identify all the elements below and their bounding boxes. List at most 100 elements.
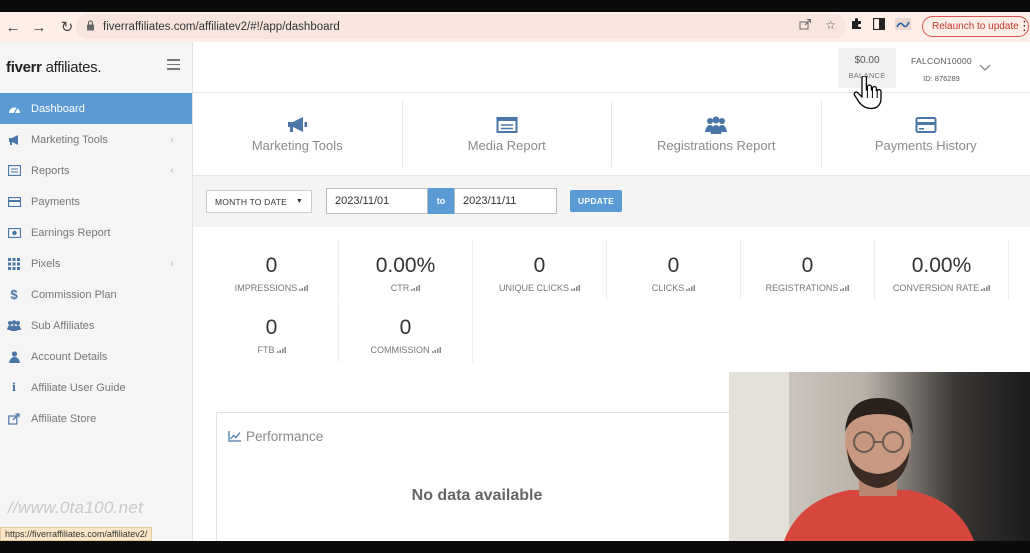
stat-label: REGISTRATIONS	[765, 283, 839, 293]
stat-label: CLICKS	[651, 283, 685, 293]
dashboard-icon	[6, 102, 22, 115]
user-menu[interactable]: FALCON10000 ID: 876289	[911, 56, 972, 83]
reload-icon[interactable]: ↻	[56, 16, 78, 38]
tile-registrations-report[interactable]: Registrations Report	[612, 101, 822, 167]
update-button[interactable]: UPDATE	[570, 190, 622, 212]
info-icon: i	[11, 381, 17, 394]
signal-bars-icon	[840, 285, 850, 291]
side-panel-icon[interactable]	[872, 17, 886, 33]
sidebar-item-label: Commission Plan	[31, 288, 117, 301]
address-bar[interactable]: fiverraffiliates.com/affiliatev2/#!/app/…	[76, 14, 846, 39]
bookmark-star-icon[interactable]: ☆	[825, 18, 836, 33]
report-icon	[6, 164, 22, 177]
chevron-left-icon: ‹	[170, 164, 174, 177]
sidebar-item-affiliate-store[interactable]: Affiliate Store	[0, 403, 192, 434]
sidebar-item-affiliate-user-guide[interactable]: i Affiliate User Guide	[0, 372, 192, 403]
user-icon	[6, 350, 22, 363]
sidebar-item-payments[interactable]: Payments	[0, 186, 192, 217]
webcam-person-image	[729, 372, 1030, 541]
no-data-message: No data available	[411, 487, 543, 504]
stat-value: 0	[667, 254, 680, 277]
address-url: fiverraffiliates.com/affiliatev2/#!/app/…	[103, 20, 340, 33]
browser-toolbar: ← → ↻ fiverraffiliates.com/affiliatev2/#…	[0, 12, 1030, 42]
stat-ftb: 0 FTB	[205, 302, 339, 362]
stat-value: 0	[533, 254, 546, 277]
top-black-strip	[0, 0, 1030, 12]
signal-bars-icon	[686, 285, 696, 291]
sidebar-item-marketing-tools[interactable]: Marketing Tools ‹	[0, 124, 192, 155]
sidebar-item-dashboard[interactable]: Dashboard	[0, 93, 192, 124]
money-icon	[6, 226, 22, 239]
logo-bold-text: fiverr	[6, 59, 42, 76]
balance-amount: $0.00	[854, 55, 880, 66]
stat-value: 0.00%	[375, 254, 436, 277]
back-arrow-icon[interactable]: ←	[2, 16, 24, 38]
credit-card-icon	[915, 116, 937, 134]
logo-row: fiverr affiliates.	[0, 42, 192, 93]
users-icon	[6, 319, 22, 332]
profile-avatar-icon[interactable]	[895, 17, 911, 33]
date-range-dropdown[interactable]: MONTH TO DATE ▼	[206, 190, 312, 213]
stat-unique-clicks: 0 UNIQUE CLICKS	[473, 240, 607, 300]
stat-value: 0.00%	[911, 254, 972, 277]
sidebar-item-account-details[interactable]: Account Details	[0, 341, 192, 372]
fiverr-affiliates-logo[interactable]: fiverr affiliates.	[6, 59, 102, 76]
sidebar-item-label: Affiliate Store	[31, 412, 97, 425]
relaunch-to-update-button[interactable]: Relaunch to update	[922, 16, 1029, 37]
sidebar-item-commission-plan[interactable]: $ Commission Plan	[0, 279, 192, 310]
tile-label: Registrations Report	[657, 137, 776, 153]
performance-title-text: Performance	[246, 429, 324, 444]
dollar-icon: $	[10, 287, 18, 302]
signal-bars-icon	[981, 285, 991, 291]
tile-media-report[interactable]: Media Report	[403, 101, 612, 167]
stat-value: 0	[801, 254, 814, 277]
browser-menu-icon[interactable]: ⋮	[1018, 18, 1030, 34]
sidebar-item-label: Reports	[31, 164, 70, 177]
forward-arrow-icon[interactable]: →	[28, 16, 50, 38]
chevron-left-icon: ‹	[170, 257, 174, 270]
sidebar-item-sub-affiliates[interactable]: Sub Affiliates	[0, 310, 192, 341]
tile-payments-history[interactable]: Payments History	[822, 101, 1030, 167]
stat-ctr: 0.00% CTR	[339, 240, 473, 300]
tile-label: Marketing Tools	[251, 137, 343, 153]
stat-label: UNIQUE CLICKS	[498, 283, 569, 293]
sidebar-item-label: Earnings Report	[31, 226, 111, 239]
stat-label: COMMISSION	[370, 345, 430, 355]
from-date-input[interactable]: 2023/11/01	[326, 188, 428, 214]
quick-links: Marketing Tools Media Report Registratio…	[193, 93, 1030, 176]
sidebar-item-reports[interactable]: Reports ‹	[0, 155, 192, 186]
performance-title: Performance	[228, 429, 323, 444]
sidebar-item-label: Marketing Tools	[31, 133, 108, 146]
sidebar-item-label: Payments	[31, 195, 80, 208]
sidebar-item-label: Pixels	[31, 257, 61, 270]
to-date-input[interactable]: 2023/11/11	[454, 188, 557, 214]
sidebar-item-label: Sub Affiliates	[31, 319, 95, 332]
tile-label: Media Report	[467, 137, 546, 153]
credit-card-icon	[6, 195, 22, 208]
share-icon[interactable]	[799, 18, 812, 33]
stat-label: CTR	[390, 283, 410, 293]
date-filter-bar: MONTH TO DATE ▼ 2023/11/01 to 2023/11/11…	[193, 176, 1030, 227]
chevron-down-icon[interactable]	[979, 61, 991, 75]
tile-label: Payments History	[874, 137, 977, 153]
report-icon	[496, 116, 518, 134]
megaphone-icon	[6, 133, 22, 146]
username: FALCON10000	[911, 56, 972, 66]
date-range-label: MONTH TO DATE	[215, 196, 288, 207]
signal-bars-icon	[571, 285, 580, 291]
stat-label: FTB	[257, 345, 275, 355]
tile-marketing-tools[interactable]: Marketing Tools	[193, 101, 403, 167]
stat-value: 0	[265, 316, 278, 339]
extension-puzzle-icon[interactable]	[850, 17, 863, 33]
grid-icon	[6, 257, 22, 270]
users-icon	[705, 116, 728, 134]
line-chart-icon	[228, 431, 241, 442]
hamburger-menu-icon[interactable]	[167, 59, 180, 73]
sidebar-item-earnings-report[interactable]: Earnings Report	[0, 217, 192, 248]
status-bar-url: https://fiverraffiliates.com/affiliatev2…	[0, 527, 153, 541]
signal-bars-icon	[299, 285, 309, 291]
stat-label: IMPRESSIONS	[234, 283, 298, 293]
sidebar-item-pixels[interactable]: Pixels ‹	[0, 248, 192, 279]
signal-bars-icon	[411, 285, 421, 291]
stat-conversion-rate: 0.00% CONVERSION RATE	[875, 240, 1009, 300]
